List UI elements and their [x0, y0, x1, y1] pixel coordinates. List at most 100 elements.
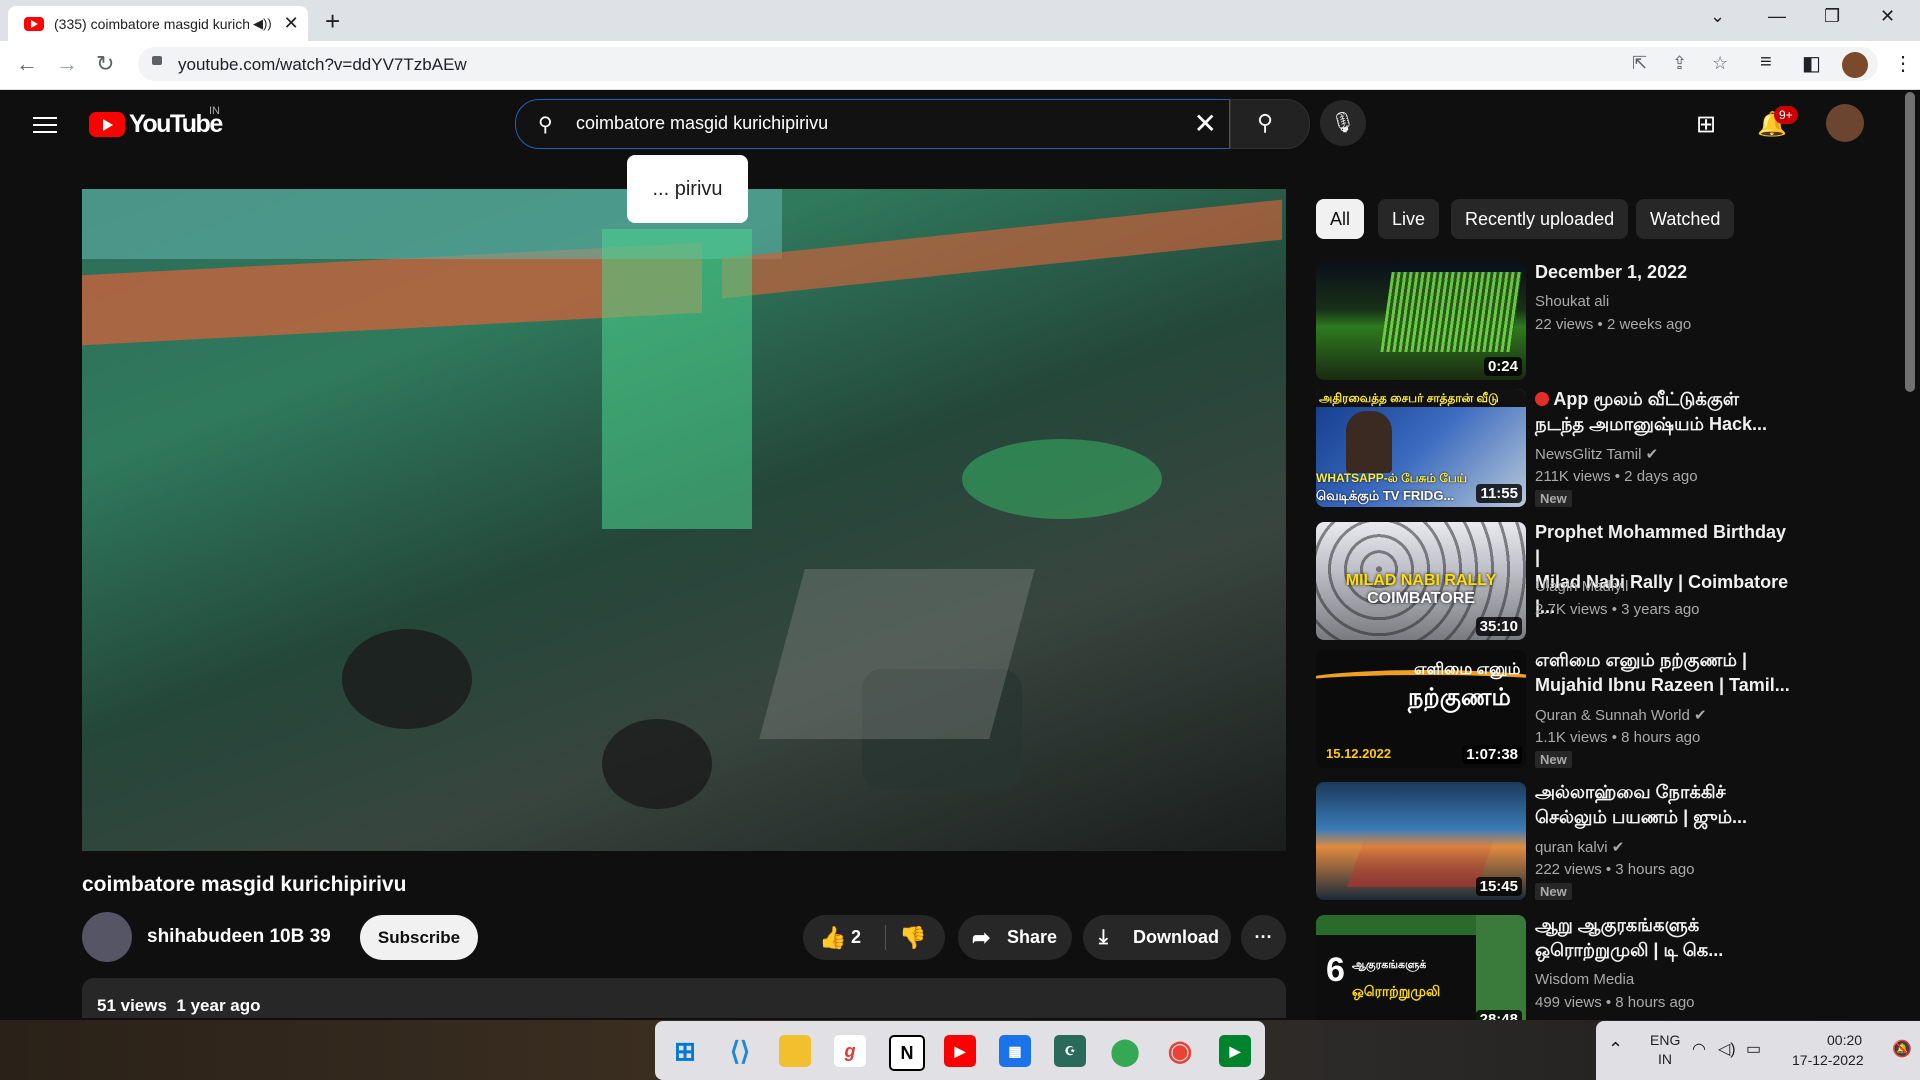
video-thumbnail[interactable]: MILAD NABI RALLY COIMBATORE 35:10: [1316, 522, 1526, 640]
recommendation-item[interactable]: 6 ஆகுரகங்களுக் ஒரொற்றுமுலி 28:48 ஆறு ஆகு…: [1316, 915, 1756, 1035]
file-explorer-icon[interactable]: [779, 1035, 811, 1067]
channel-avatar[interactable]: [82, 912, 132, 962]
calendar-icon[interactable]: ▦: [999, 1035, 1031, 1067]
share-page-icon[interactable]: ⇪: [1672, 53, 1687, 74]
bookmark-star-icon[interactable]: ☆: [1712, 53, 1728, 74]
recommendation-item[interactable]: 0:24 December 1, 2022 Shoukat ali 22 vie…: [1316, 262, 1756, 382]
tray-overflow-icon[interactable]: ⌃: [1608, 1039, 1623, 1060]
like-icon[interactable]: 👍: [819, 915, 846, 960]
quran-app-icon[interactable]: ☪: [1054, 1035, 1086, 1067]
channel-name[interactable]: shihabudeen 10B 39: [147, 926, 331, 948]
video-thumbnail[interactable]: எளிமை எனும் நற்குணம் 15.12.2022 1:07:38: [1316, 650, 1526, 768]
channel-name[interactable]: Quran & Sunnah World: [1535, 707, 1690, 724]
volume-icon[interactable]: ◁): [1718, 1039, 1736, 1059]
google-maps-icon[interactable]: ⬤: [1109, 1035, 1141, 1067]
side-panel-icon[interactable]: ◧: [1802, 51, 1821, 76]
recommendation-item[interactable]: 15:45 அல்லாஹ்வை நோக்கிச் செல்லும் பயணம் |…: [1316, 782, 1756, 902]
clear-search-icon[interactable]: ✕: [1194, 107, 1217, 140]
video-thumbnail[interactable]: அதிரவைத்த சைபர் சாத்தான் வீடு WHATSAPP-ல…: [1316, 389, 1526, 507]
thumbnail-caption: அதிரவைத்த சைபர் சாத்தான் வீடு: [1316, 389, 1526, 407]
video-thumbnail[interactable]: 15:45: [1316, 782, 1526, 900]
notification-center-icon[interactable]: 🔕: [1892, 1039, 1912, 1059]
chip-recently-uploaded[interactable]: Recently uploaded: [1451, 199, 1629, 239]
restore-button[interactable]: ❐: [1824, 6, 1840, 27]
search-input[interactable]: ⚲ coimbatore masgid kurichipirivu ✕: [515, 99, 1230, 149]
voice-search-mic-icon[interactable]: 🎙: [1320, 100, 1366, 146]
browser-tab[interactable]: (335) coimbatore masgid kurichipirivu ◀)…: [8, 6, 308, 41]
title-line-1: Prophet Mohammed Birthday |: [1535, 522, 1787, 567]
windows-start-icon[interactable]: ⊞: [669, 1035, 701, 1067]
download-icon: ⤓: [1099, 926, 1108, 948]
chrome-icon[interactable]: ◉: [1164, 1035, 1196, 1067]
dislike-icon[interactable]: 👎: [899, 915, 926, 960]
youtube-logo-icon[interactable]: [89, 112, 125, 137]
recommendation-channel[interactable]: NewsGlitz Tamil ✔: [1535, 445, 1658, 463]
divider: [885, 925, 886, 950]
clock-time[interactable]: 00:20: [1827, 1032, 1862, 1048]
battery-icon[interactable]: ▭: [1746, 1039, 1761, 1059]
grammarly-icon[interactable]: g: [834, 1035, 866, 1067]
notion-icon[interactable]: N: [889, 1035, 925, 1071]
new-tab-button[interactable]: +: [325, 6, 340, 37]
recommendation-channel[interactable]: Shoukat ali: [1535, 293, 1609, 310]
page-scrollbar[interactable]: [1905, 92, 1915, 392]
recommendation-item[interactable]: அதிரவைத்த சைபர் சாத்தான் வீடு WHATSAPP-ல…: [1316, 389, 1767, 509]
reload-icon[interactable]: ↻: [96, 51, 114, 77]
verified-icon: ✔: [1611, 839, 1625, 856]
back-icon[interactable]: ←: [16, 51, 38, 77]
recommendation-channel[interactable]: Ulagin Madiyil: [1535, 578, 1628, 595]
chip-all[interactable]: All: [1316, 199, 1365, 239]
video-thumbnail[interactable]: 0:24: [1316, 262, 1526, 380]
channel-name[interactable]: NewsGlitz Tamil: [1535, 446, 1641, 463]
recommendation-channel[interactable]: quran kalvi ✔: [1535, 838, 1624, 856]
video-thumbnail[interactable]: 6 ஆகுரகங்களுக் ஒரொற்றுமுலி 28:48: [1316, 915, 1526, 1033]
subscribe-button[interactable]: Subscribe: [360, 915, 478, 960]
channel-name[interactable]: quran kalvi: [1535, 839, 1608, 856]
chrome-profile-avatar[interactable]: [1842, 52, 1868, 78]
share-button[interactable]: ➦ Share: [958, 915, 1072, 960]
chrome-menu-icon[interactable]: ⋮: [1893, 51, 1913, 76]
recommendation-channel[interactable]: Wisdom Media: [1535, 971, 1634, 988]
chip-watched[interactable]: Watched: [1636, 199, 1735, 239]
recommendation-item[interactable]: எளிமை எனும் நற்குணம் 15.12.2022 1:07:38 …: [1316, 650, 1790, 770]
clock-date[interactable]: 17-12-2022: [1792, 1052, 1864, 1068]
recommendation-channel[interactable]: Quran & Sunnah World ✔: [1535, 706, 1707, 724]
language-indicator[interactable]: ENG: [1650, 1032, 1680, 1048]
forward-icon[interactable]: →: [56, 51, 78, 77]
download-button[interactable]: ⤓ Download: [1083, 915, 1231, 960]
wifi-icon[interactable]: ◠: [1692, 1039, 1706, 1059]
hamburger-menu-icon[interactable]: [33, 112, 57, 138]
address-bar-row: ← → ↻ youtube.com/watch?v=ddYV7TzbAEw ⇱ …: [0, 41, 1920, 90]
open-in-app-icon[interactable]: ⇱: [1632, 53, 1647, 74]
youtube-logo-text[interactable]: YouTube: [129, 110, 223, 139]
tab-search-icon[interactable]: ⌄: [1710, 6, 1725, 27]
search-query[interactable]: coimbatore masgid kurichipirivu: [576, 113, 828, 134]
close-tab-icon[interactable]: ✕: [284, 13, 299, 34]
title-line-2: செல்லும் பயணம் | ஜும்...: [1535, 807, 1748, 827]
tab-title: (335) coimbatore masgid kurichipirivu: [54, 15, 249, 32]
user-avatar[interactable]: [1826, 104, 1864, 142]
vscode-icon[interactable]: ⟨⟩: [724, 1035, 756, 1067]
speaker-icon[interactable]: ◀)): [253, 16, 272, 32]
duration-badge: 35:10: [1475, 617, 1522, 636]
search-button[interactable]: ⚲: [1230, 99, 1310, 149]
close-window-button[interactable]: ✕: [1880, 6, 1895, 27]
language-region[interactable]: IN: [1658, 1051, 1672, 1067]
thumbnail-caption-2: நற்குணம்: [1408, 684, 1511, 711]
like-count[interactable]: 2: [851, 915, 861, 960]
youtube-app-icon[interactable]: ▶: [944, 1035, 976, 1067]
google-meet-icon[interactable]: ▶: [1219, 1035, 1251, 1067]
title-line-2: நடந்த அமானுஷ்யம் Hack...: [1535, 414, 1768, 434]
recommendation-item[interactable]: MILAD NABI RALLY COIMBATORE 35:10 Prophe…: [1316, 522, 1788, 642]
reading-list-icon[interactable]: ≡: [1760, 51, 1772, 74]
video-player[interactable]: [82, 189, 1286, 851]
thumbnail-caption: MILAD NABI RALLY: [1345, 572, 1497, 589]
omnibox[interactable]: youtube.com/watch?v=ddYV7TzbAEw ⇱ ⇪ ☆: [138, 47, 1878, 81]
chip-live[interactable]: Live: [1378, 199, 1440, 239]
minimize-button[interactable]: —: [1768, 6, 1786, 27]
more-actions-icon[interactable]: ···: [1241, 915, 1286, 960]
create-video-icon[interactable]: ⊞: [1696, 110, 1716, 139]
view-count: 51 views: [97, 996, 167, 1015]
lock-icon: [152, 56, 162, 65]
description-box[interactable]: 51 views 1 year ago: [82, 978, 1286, 1018]
